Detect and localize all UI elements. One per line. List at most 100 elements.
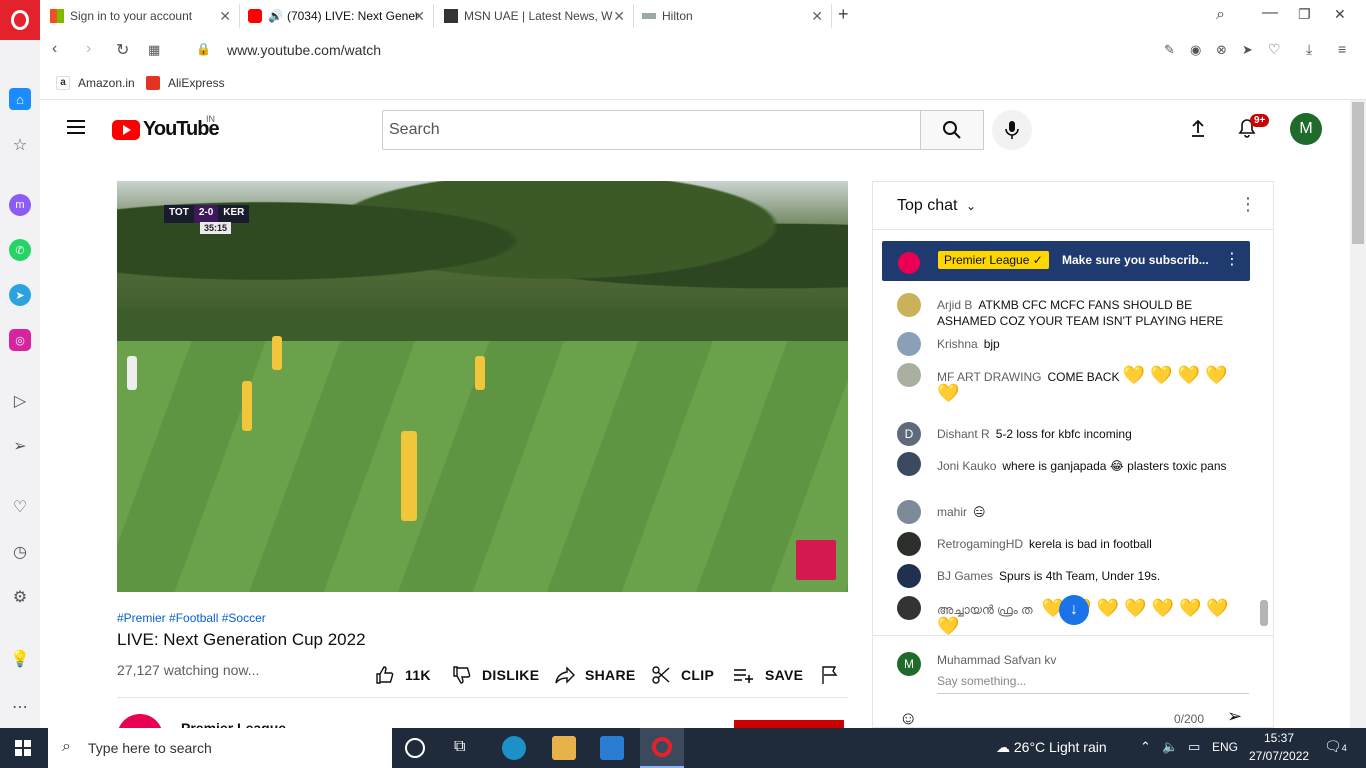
url-field[interactable]: www.youtube.com/watch (227, 42, 381, 58)
pinned-more-icon[interactable]: ⋮ (1224, 249, 1240, 269)
pinboard-heart-icon[interactable]: ♡ (9, 496, 31, 518)
weather-widget[interactable]: ☁ 26°C Light rain (996, 739, 1107, 756)
heart-icon[interactable]: ♡ (1268, 41, 1281, 58)
search-button[interactable] (920, 110, 984, 150)
youtube-logo[interactable]: YouTube IN (112, 114, 220, 141)
close-icon[interactable]: ✕ (219, 8, 231, 25)
chat-message: mahir 😑 (897, 500, 1237, 524)
flow-icon[interactable]: ➢ (9, 435, 31, 457)
mail-icon[interactable] (600, 736, 624, 760)
windows-start-icon[interactable] (15, 740, 31, 756)
forward-icon[interactable]: › (86, 40, 91, 58)
more-icon[interactable]: ⋯ (9, 696, 31, 718)
bookmarks-star-icon[interactable]: ☆ (9, 134, 31, 156)
camera-icon[interactable]: ◉ (1190, 42, 1201, 58)
amazon-icon: a (56, 76, 70, 90)
emoji-picker-icon[interactable]: ☺ (899, 708, 917, 727)
like-button[interactable]: 11K (375, 665, 431, 685)
edit-icon[interactable]: ✎ (1164, 42, 1175, 58)
instagram-icon[interactable]: ◎ (9, 329, 31, 351)
close-icon[interactable]: ✕ (613, 8, 625, 25)
bookmark-amazon[interactable]: a Amazon.in (56, 76, 135, 90)
account-avatar[interactable]: M (1290, 113, 1322, 145)
tab-label: Hilton (662, 9, 693, 23)
chat-mode-dropdown[interactable]: Top chat ⌄ (897, 197, 976, 215)
save-button[interactable]: SAVE (733, 665, 803, 685)
chat-more-icon[interactable]: ⋮ (1239, 194, 1257, 215)
avatar: D (897, 422, 921, 446)
clock-time[interactable]: 15:37 (1264, 731, 1294, 745)
share-button[interactable]: SHARE (555, 665, 636, 685)
page-scrollbar[interactable] (1350, 100, 1366, 728)
history-icon[interactable]: ◷ (9, 541, 31, 563)
opera-taskbar-button[interactable] (640, 728, 684, 768)
tab-msn[interactable]: MSN UAE | Latest News, W ✕ (438, 4, 634, 28)
tab-search-icon[interactable]: ⌕ (1216, 6, 1225, 24)
tab-youtube[interactable]: 🔊 (7034) LIVE: Next Gener ✕ (242, 4, 434, 28)
task-view-icon[interactable]: ⧉ (454, 738, 465, 756)
network-icon[interactable]: ▭ (1188, 739, 1200, 755)
speaker-icon[interactable]: 🔊 (268, 9, 283, 23)
scoreboard: TOT 2-0 KER (164, 205, 250, 223)
bookmark-aliexpress[interactable]: AliExpress (146, 76, 225, 90)
clip-button[interactable]: CLIP (651, 665, 714, 685)
player-icon[interactable]: ▷ (9, 390, 31, 412)
close-icon[interactable]: ✕ (413, 8, 425, 25)
search-input[interactable]: Search (382, 110, 922, 150)
tab-label: MSN UAE | Latest News, W (464, 9, 613, 23)
opera-logo-icon[interactable] (0, 0, 40, 40)
edge-icon[interactable] (502, 736, 526, 760)
dislike-button[interactable]: DISLIKE (452, 665, 539, 685)
microsoft-icon (50, 9, 64, 23)
language-indicator[interactable]: ENG (1212, 740, 1238, 754)
youtube-header: YouTube IN Search 9+ M (40, 100, 1350, 156)
footballer-figure (242, 381, 252, 431)
minimize-icon[interactable]: — (1262, 4, 1278, 22)
youtube-play-icon (112, 119, 140, 140)
notification-center-icon[interactable]: 🗨4 (1324, 738, 1347, 755)
restore-icon[interactable]: ❐ (1298, 6, 1311, 23)
address-bar: ‹ › ↻ ▦ 🔒 www.youtube.com/watch ✎ ◉ ⊗ ➤ … (40, 32, 1366, 68)
menu-icon[interactable] (67, 120, 85, 134)
tips-icon[interactable]: 💡 (9, 648, 31, 670)
video-player[interactable]: TOT 2-0 KER 35:15 (117, 181, 848, 592)
settings-icon[interactable]: ⚙ (9, 586, 31, 608)
telegram-icon[interactable]: ➤ (9, 284, 31, 306)
close-icon[interactable]: ✕ (811, 8, 823, 25)
pinned-message[interactable]: Premier League ✓ Make sure you subscrib.… (882, 241, 1250, 281)
adblock-icon[interactable]: ⊗ (1216, 42, 1227, 58)
back-icon[interactable]: ‹ (52, 40, 57, 58)
voice-search-button[interactable] (992, 110, 1032, 150)
create-upload-icon[interactable] (1186, 116, 1210, 140)
avatar (897, 564, 921, 588)
home-icon[interactable]: ⌂ (9, 88, 31, 110)
speed-dial-icon[interactable]: ▦ (148, 42, 160, 58)
reload-icon[interactable]: ↻ (116, 40, 129, 60)
send-icon[interactable]: ➤ (1242, 42, 1253, 58)
footballer-figure (272, 336, 282, 370)
avatar (897, 452, 921, 476)
chat-scrollbar[interactable] (1260, 600, 1268, 626)
volume-icon[interactable]: 🔈 (1162, 739, 1178, 755)
download-icon[interactable]: ⤓ (1306, 41, 1312, 58)
send-message-icon[interactable]: ➢ (1227, 706, 1242, 727)
chat-message: RetrogamingHD kerela is bad in football (897, 532, 1237, 556)
new-tab-button[interactable]: + (838, 4, 849, 25)
cortana-icon[interactable] (405, 738, 425, 758)
messenger-icon[interactable]: m (9, 194, 31, 216)
taskbar-search-input[interactable]: ⌕ Type here to search (48, 728, 392, 768)
easy-setup-icon[interactable]: ≡ (1338, 41, 1346, 57)
tray-overflow-icon[interactable]: ⌃ (1140, 739, 1151, 755)
tab-hilton[interactable]: Hilton ✕ (636, 4, 832, 28)
scroll-down-arrow-icon[interactable]: ↓ (1059, 595, 1089, 625)
clock-date[interactable]: 27/07/2022 (1249, 749, 1309, 763)
opera-icon (652, 737, 672, 757)
tab-sign-in[interactable]: Sign in to your account ✕ (44, 4, 240, 28)
hashtags-link[interactable]: #Premier #Football #Soccer (117, 611, 266, 625)
report-button[interactable] (821, 665, 849, 685)
scrollbar-thumb[interactable] (1352, 102, 1364, 244)
whatsapp-icon[interactable]: ✆ (9, 239, 31, 261)
file-explorer-icon[interactable] (552, 736, 576, 760)
window-close-icon[interactable]: ✕ (1334, 6, 1346, 23)
chat-message-input[interactable]: Say something... (937, 674, 1249, 694)
